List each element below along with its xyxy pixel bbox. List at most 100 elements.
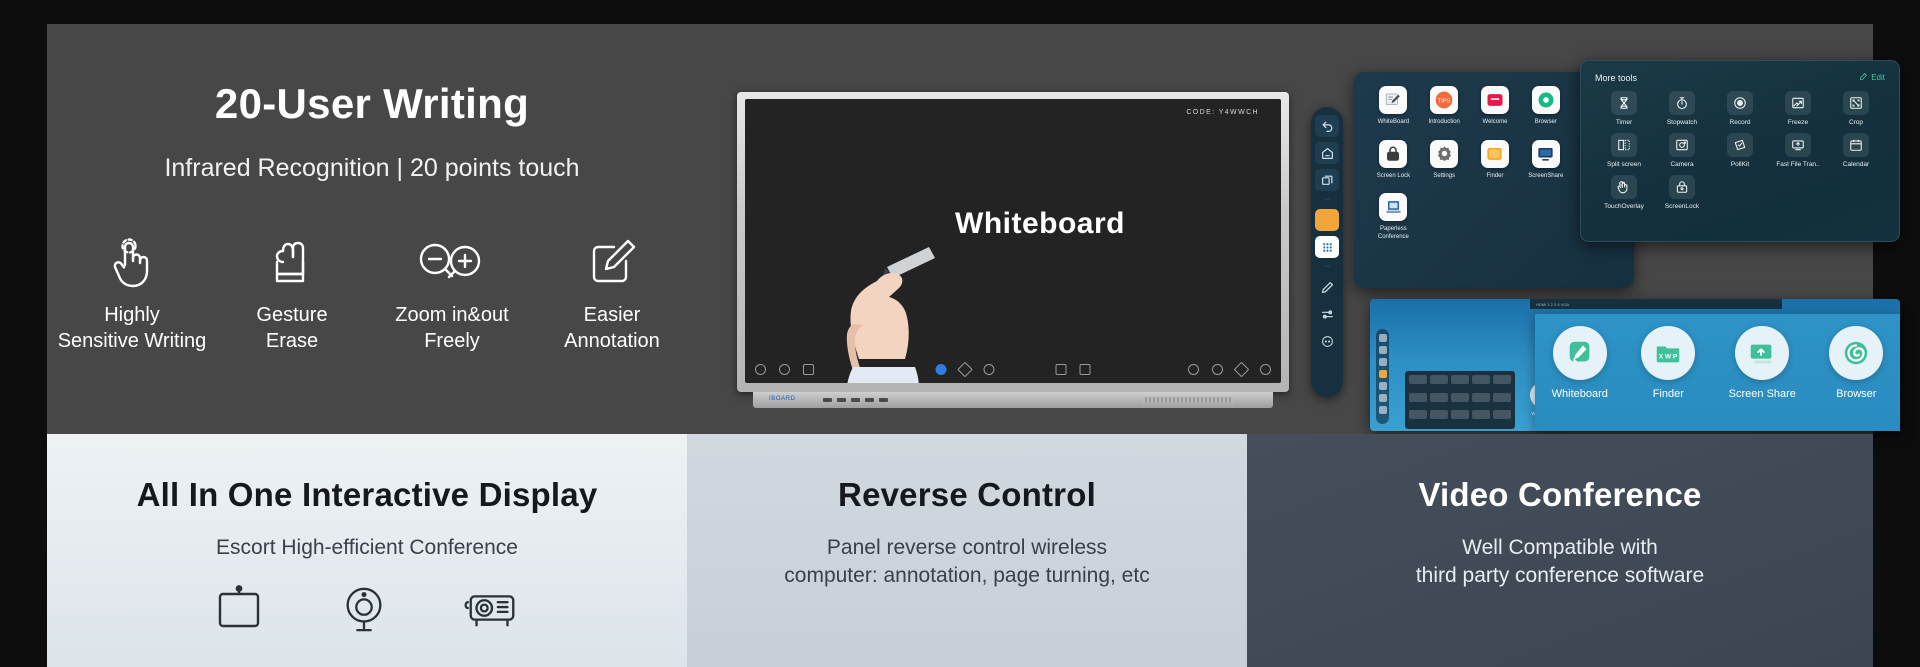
overlay-item-browser[interactable]: Browser bbox=[1829, 326, 1884, 400]
tool-crop[interactable]: Crop bbox=[1827, 91, 1885, 126]
lock-icon bbox=[1379, 139, 1408, 168]
undo-icon[interactable] bbox=[1008, 364, 1019, 375]
layer-icon[interactable] bbox=[1233, 361, 1250, 377]
app-settings[interactable]: Settings bbox=[1419, 139, 1470, 181]
app-screenshare[interactable]: ScreenShare bbox=[1520, 139, 1571, 181]
app-introduction[interactable]: TIPS Introduction bbox=[1419, 86, 1470, 127]
pen-icon[interactable] bbox=[935, 363, 947, 375]
app-welcome[interactable]: Welcome bbox=[1470, 86, 1521, 127]
floating-sidebar-toolbar[interactable]: ◦◦◦ ◦◦◦ bbox=[1311, 107, 1343, 397]
save-icon[interactable] bbox=[803, 363, 814, 375]
more-dots-icon[interactable] bbox=[1315, 330, 1339, 352]
tool-label: Timer bbox=[1615, 119, 1633, 126]
edit-button[interactable]: Edit bbox=[1859, 72, 1885, 83]
hand-touch-icon bbox=[107, 227, 157, 289]
app-whiteboard[interactable]: WhiteBoard bbox=[1368, 86, 1419, 127]
screen-share-code: CODE: Y4WWCH bbox=[1186, 109, 1259, 116]
exit-icon[interactable] bbox=[755, 363, 766, 375]
tool-freeze[interactable]: Freeze bbox=[1769, 91, 1827, 126]
tool-timer[interactable]: Timer bbox=[1595, 91, 1653, 126]
back-icon[interactable] bbox=[1315, 115, 1339, 137]
whiteboard-toolbar-center[interactable] bbox=[935, 361, 1091, 377]
app-finder[interactable]: Finder bbox=[1470, 139, 1521, 181]
whiteboard-icon bbox=[1379, 86, 1408, 114]
multitask-icon[interactable] bbox=[1315, 169, 1339, 191]
tool-record[interactable]: Record bbox=[1711, 91, 1769, 126]
overlay-item-finder[interactable]: X W P Finder bbox=[1641, 326, 1696, 400]
screen-lock-icon bbox=[1669, 175, 1695, 199]
tool-split-screen[interactable]: Split screen bbox=[1595, 133, 1653, 168]
overlay-item-screen-share[interactable]: Screen Share bbox=[1729, 326, 1796, 400]
pencil-square-icon bbox=[588, 227, 636, 289]
more-tools-panel[interactable]: More tools Edit Timer Stopwatch Record F… bbox=[1580, 60, 1900, 242]
glove-icon bbox=[269, 227, 315, 289]
finder-badge: X W P bbox=[1659, 354, 1678, 361]
record-icon bbox=[1727, 91, 1753, 115]
page-dot-icon[interactable] bbox=[1212, 363, 1223, 375]
card-reverse-control: Reverse Control Panel reverse control wi… bbox=[687, 434, 1247, 667]
app-screen-lock[interactable]: Screen Lock bbox=[1368, 139, 1419, 181]
home-icon[interactable] bbox=[1315, 142, 1339, 164]
whiteboard-toolbar-left[interactable] bbox=[755, 363, 814, 375]
tool-label: Freeze bbox=[1787, 119, 1809, 126]
tool-label: Calendar bbox=[1842, 161, 1870, 168]
finder-icon bbox=[1480, 139, 1509, 168]
add-page-icon[interactable] bbox=[1188, 363, 1199, 375]
sliders-icon[interactable] bbox=[1315, 303, 1339, 325]
redo-icon[interactable] bbox=[1032, 364, 1043, 375]
device-speaker-grille bbox=[1143, 397, 1233, 403]
feature-zoom-in-out: Zoom in&out Freely bbox=[372, 227, 532, 354]
app-label: Browser bbox=[1534, 119, 1557, 125]
apps-grid-icon[interactable] bbox=[1315, 236, 1339, 258]
tool-screen-lock[interactable]: ScreenLock bbox=[1653, 175, 1711, 210]
browser-spiral-icon bbox=[1829, 326, 1884, 380]
source-bar-label: HDMI 1 2 3 4 VGA bbox=[1536, 301, 1570, 307]
shape-icon[interactable] bbox=[957, 361, 973, 377]
rail-more-icon bbox=[1378, 406, 1387, 414]
tool-fast-file-transfer[interactable]: Fast File Tran.. bbox=[1769, 133, 1827, 168]
rail-apps-icon bbox=[1378, 382, 1387, 390]
app-paperless-conference[interactable]: Paperless Conference bbox=[1368, 193, 1419, 241]
preview-sidebar-rail bbox=[1376, 329, 1389, 424]
select-icon[interactable] bbox=[983, 363, 995, 375]
tool-pollkit[interactable]: PollKit bbox=[1711, 133, 1769, 168]
insert-icon[interactable] bbox=[1055, 363, 1067, 375]
app-label: Screen Lock bbox=[1376, 172, 1411, 179]
tool-stopwatch[interactable]: Stopwatch bbox=[1653, 91, 1711, 126]
tool-label: PollKit bbox=[1730, 161, 1750, 168]
menu-icon[interactable] bbox=[779, 363, 790, 375]
preview-source-bar: HDMI 1 2 3 4 VGA bbox=[1530, 299, 1782, 309]
browser-icon bbox=[1531, 86, 1560, 114]
card-title: All In One Interactive Display bbox=[136, 476, 598, 513]
zoom-in-out-icon bbox=[415, 227, 489, 289]
tool-touch-overlay[interactable]: TouchOverlay bbox=[1595, 175, 1653, 210]
whiteboard-toolbar-right[interactable] bbox=[1188, 361, 1271, 377]
feature-label: Zoom in&out Freely bbox=[395, 304, 509, 352]
promo-page: 20-User Writing Infrared Recognition | 2… bbox=[0, 0, 1920, 667]
hourglass-icon bbox=[1611, 91, 1637, 115]
crop-icon bbox=[1843, 91, 1869, 115]
device-stand: IBOARD bbox=[753, 392, 1273, 408]
app-browser[interactable]: Browser bbox=[1520, 86, 1571, 127]
more-icon[interactable] bbox=[1260, 363, 1271, 375]
overlay-item-whiteboard[interactable]: Whiteboard bbox=[1552, 326, 1608, 400]
card-subtitle: Escort High-efficient Conference bbox=[216, 536, 518, 559]
brand-logo: IBOARD bbox=[769, 396, 796, 402]
page-title: 20-User Writing bbox=[214, 80, 530, 127]
screenshare-icon bbox=[1531, 139, 1560, 168]
app-label: Finder bbox=[1486, 172, 1504, 179]
grid-icon[interactable] bbox=[1079, 363, 1091, 375]
app-label: ScreenShare bbox=[1528, 172, 1564, 179]
feature-label: Easier Annotation bbox=[564, 304, 660, 352]
pollkit-icon bbox=[1727, 133, 1753, 157]
tool-calendar[interactable]: Calendar bbox=[1827, 133, 1885, 168]
whiteboard-pen-icon bbox=[1552, 326, 1607, 380]
annotation-tile-icon[interactable] bbox=[1315, 209, 1339, 231]
hero-section: 20-User Writing Infrared Recognition | 2… bbox=[47, 24, 1900, 434]
tool-label: ScreenLock bbox=[1664, 203, 1700, 210]
rail-back-icon bbox=[1378, 334, 1387, 342]
pencil-icon[interactable] bbox=[1315, 276, 1339, 298]
rail-pencil-icon bbox=[1378, 394, 1387, 402]
tool-camera[interactable]: Camera bbox=[1653, 133, 1711, 168]
paperless-conference-icon bbox=[1379, 193, 1408, 221]
